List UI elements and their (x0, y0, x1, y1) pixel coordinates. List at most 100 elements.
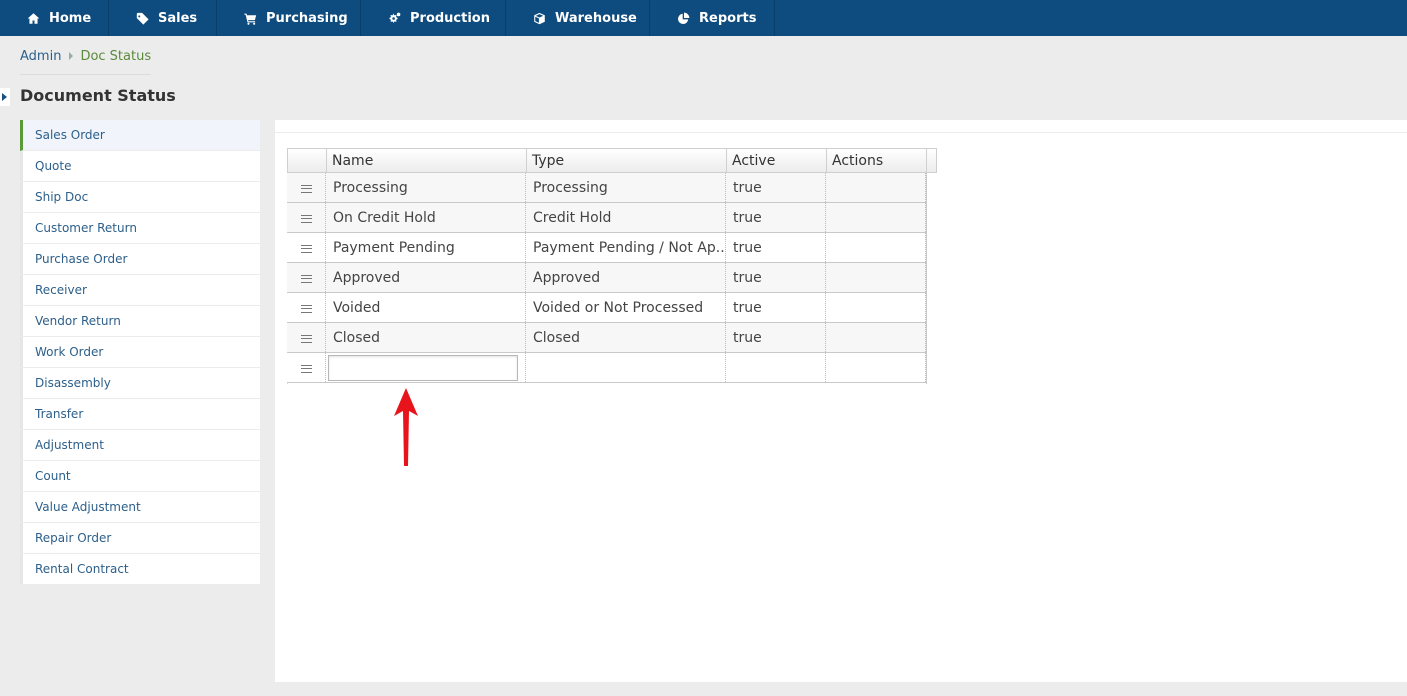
cell-type[interactable]: Payment Pending / Not Ap... (526, 233, 726, 262)
row-drag-handle[interactable] (287, 323, 326, 352)
sidebar-item-rental-contract[interactable]: Rental Contract (20, 554, 260, 585)
cell-type[interactable]: Approved (526, 263, 726, 292)
cell-actions[interactable] (826, 173, 926, 202)
cell-name[interactable]: Voided (326, 293, 526, 322)
box-icon (532, 11, 546, 25)
sidebar-item-quote[interactable]: Quote (20, 151, 260, 182)
nav-warehouse-label: Warehouse (555, 10, 637, 26)
nav-home[interactable]: Home (0, 0, 109, 36)
sidebar-item-work-order[interactable]: Work Order (20, 337, 260, 368)
nav-warehouse[interactable]: Warehouse (506, 0, 650, 36)
main-panel: Name Type Active Actions Processing Proc… (275, 120, 1407, 682)
sidebar-item-repair-order[interactable]: Repair Order (20, 523, 260, 554)
drag-handle-icon (300, 214, 312, 223)
cell-type[interactable]: Voided or Not Processed (526, 293, 726, 322)
breadcrumb-separator-icon (69, 52, 74, 60)
row-drag-handle[interactable] (287, 203, 326, 232)
cell-actions[interactable] (826, 293, 926, 322)
drag-handle-icon (300, 244, 312, 253)
sidebar-item-label: Quote (35, 159, 72, 173)
table-row[interactable]: Payment Pending Payment Pending / Not Ap… (287, 233, 927, 263)
grid-header: Name Type Active Actions (287, 148, 937, 173)
cell-type[interactable] (526, 353, 726, 382)
table-row[interactable]: Voided Voided or Not Processed true (287, 293, 927, 323)
nav-purchasing[interactable]: Purchasing (217, 0, 361, 36)
cell-actions[interactable] (826, 353, 926, 382)
cell-type[interactable]: Credit Hold (526, 203, 726, 232)
row-drag-handle[interactable] (287, 263, 326, 292)
sidebar-item-label: Work Order (35, 345, 104, 359)
grid-header-type[interactable]: Type (527, 149, 727, 172)
sidebar-item-label: Ship Doc (35, 190, 89, 204)
cell-actions[interactable] (826, 263, 926, 292)
sidebar-item-label: Purchase Order (35, 252, 128, 266)
cell-name[interactable]: Closed (326, 323, 526, 352)
drag-handle-icon (300, 334, 312, 343)
new-row-name-input[interactable] (328, 354, 518, 381)
sidebar-item-label: Repair Order (35, 531, 112, 545)
grid-header-name[interactable]: Name (327, 149, 527, 172)
sidebar-item-label: Count (35, 469, 71, 483)
top-navigation-bar: Home Sales Purchasing Production Warehou… (0, 0, 1407, 36)
drag-handle-icon (300, 274, 312, 283)
table-row[interactable]: Closed Closed true (287, 323, 927, 353)
cell-actions[interactable] (826, 203, 926, 232)
table-row[interactable]: Approved Approved true (287, 263, 927, 293)
sidebar-item-value-adjustment[interactable]: Value Adjustment (20, 492, 260, 523)
caret-right-icon (2, 93, 7, 101)
sidebar-item-label: Sales Order (35, 128, 105, 142)
cell-active[interactable]: true (726, 293, 826, 322)
nav-sales[interactable]: Sales (109, 0, 217, 36)
sidebar-item-disassembly[interactable]: Disassembly (20, 368, 260, 399)
pie-chart-icon (676, 11, 690, 25)
cell-name[interactable]: Approved (326, 263, 526, 292)
row-drag-handle[interactable] (287, 293, 326, 322)
sidebar-item-count[interactable]: Count (20, 461, 260, 492)
sidebar-item-ship-doc[interactable]: Ship Doc (20, 182, 260, 213)
cell-active[interactable]: true (726, 263, 826, 292)
sidebar-item-customer-return[interactable]: Customer Return (20, 213, 260, 244)
sidebar-item-transfer[interactable]: Transfer (20, 399, 260, 430)
cell-active[interactable]: true (726, 203, 826, 232)
table-row[interactable]: On Credit Hold Credit Hold true (287, 203, 927, 233)
breadcrumb-admin-link[interactable]: Admin (20, 49, 61, 64)
cell-actions[interactable] (826, 323, 926, 352)
breadcrumb: Admin Doc Status (20, 48, 151, 64)
nav-production[interactable]: Production (361, 0, 506, 36)
cell-name[interactable]: Processing (326, 173, 526, 202)
sidebar-item-sales-order[interactable]: Sales Order (20, 120, 260, 151)
nav-reports[interactable]: Reports (650, 0, 775, 36)
cell-active[interactable] (726, 353, 826, 382)
cell-actions[interactable] (826, 233, 926, 262)
cell-active[interactable]: true (726, 233, 826, 262)
sidebar-toggle-button[interactable] (0, 88, 10, 106)
cell-name[interactable]: Payment Pending (326, 233, 526, 262)
cell-type[interactable]: Closed (526, 323, 726, 352)
new-table-row[interactable] (287, 353, 927, 383)
nav-production-label: Production (410, 10, 490, 26)
cell-active[interactable]: true (726, 323, 826, 352)
sidebar-item-label: Value Adjustment (35, 500, 141, 514)
sidebar-item-label: Customer Return (35, 221, 137, 235)
breadcrumb-divider (20, 74, 151, 75)
grid-header-active[interactable]: Active (727, 149, 827, 172)
sidebar-item-receiver[interactable]: Receiver (20, 275, 260, 306)
sidebar-item-label: Disassembly (35, 376, 111, 390)
cell-type[interactable]: Processing (526, 173, 726, 202)
cell-name[interactable]: On Credit Hold (326, 203, 526, 232)
sidebar-item-label: Vendor Return (35, 314, 121, 328)
row-drag-handle[interactable] (287, 353, 326, 382)
sidebar-item-purchase-order[interactable]: Purchase Order (20, 244, 260, 275)
sidebar-item-vendor-return[interactable]: Vendor Return (20, 306, 260, 337)
cell-name-editor (326, 353, 526, 382)
cell-active[interactable]: true (726, 173, 826, 202)
breadcrumb-current: Doc Status (80, 48, 152, 64)
nav-reports-label: Reports (699, 10, 757, 26)
page-title: Document Status (20, 86, 176, 105)
sidebar-item-label: Rental Contract (35, 562, 129, 576)
row-drag-handle[interactable] (287, 173, 326, 202)
table-row[interactable]: Processing Processing true (287, 173, 927, 203)
row-drag-handle[interactable] (287, 233, 326, 262)
sidebar-item-adjustment[interactable]: Adjustment (20, 430, 260, 461)
home-icon (26, 11, 40, 25)
